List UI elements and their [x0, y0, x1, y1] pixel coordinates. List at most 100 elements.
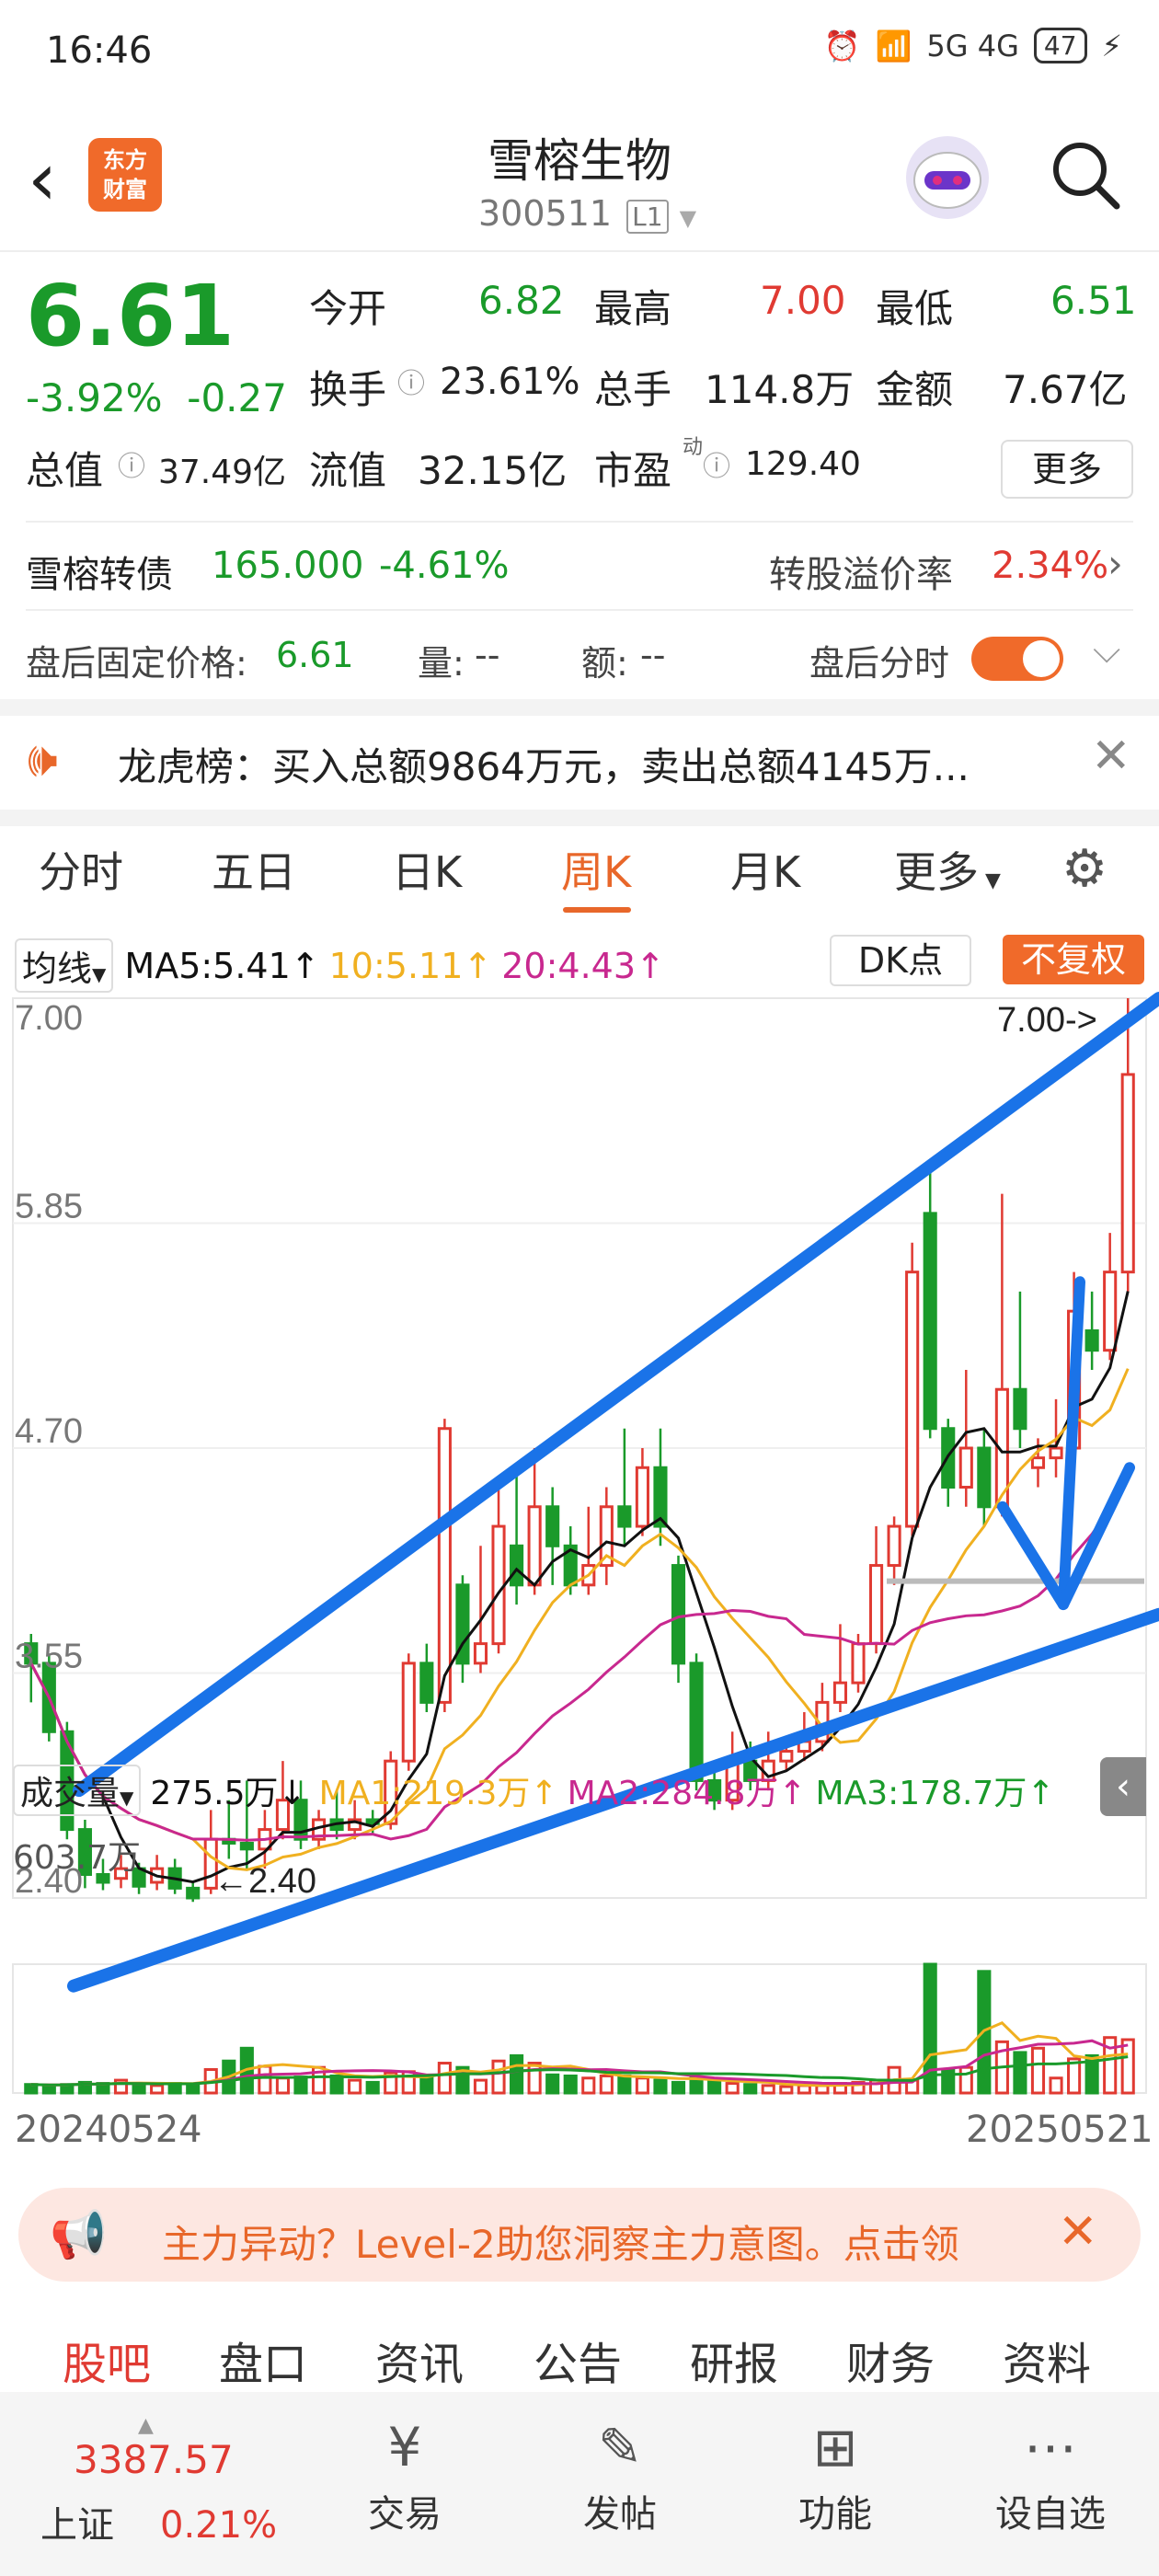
caret-up-icon: ▲: [138, 2414, 154, 2437]
apps-icon: ⊞: [812, 2416, 858, 2478]
mktcap-value: 37.49亿: [158, 454, 287, 491]
candle-body: [1013, 1387, 1027, 1431]
vol-ma1: MA1:219.3万↑: [318, 1775, 558, 1812]
status-icons: ⏰ 📶 5G 4G 47 ⚡: [824, 28, 1122, 63]
volume-bar: [1049, 2076, 1063, 2095]
index-ticker[interactable]: ▲ 3387.57 上证 0.21%: [28, 2414, 304, 2548]
candle-body: [473, 1642, 488, 1665]
header-divider: [0, 250, 1159, 252]
tab-zixun[interactable]: 资讯: [375, 2328, 464, 2392]
chevron-right-icon[interactable]: ›: [1107, 541, 1123, 586]
level-badge: L1: [626, 200, 669, 234]
dragon-tiger-notice[interactable]: 🕪 龙虎榜：买入总额9864万元，卖出总额4145万... ✕: [0, 708, 1159, 810]
high-label: 最高: [594, 286, 672, 331]
current-price: 6.61: [26, 267, 235, 365]
candle-body: [1084, 1328, 1099, 1352]
turnover-value: 23.61%: [440, 361, 580, 403]
nav-trade[interactable]: ¥ 交易: [322, 2410, 488, 2537]
index-name: 上证: [40, 2504, 114, 2547]
price-tick-label: 7.00: [15, 999, 83, 1038]
tab-ziliao[interactable]: 资料: [1003, 2328, 1091, 2392]
level2-promo-banner[interactable]: 📢 主力异动？Level-2助您洞察主力意图。点击领 ✕: [18, 2188, 1141, 2282]
candle-body: [958, 1446, 973, 1489]
notice-text: 龙虎榜：买入总额9864万元，卖出总额4145万...: [118, 744, 970, 789]
tab-more[interactable]: 更多 ▼: [894, 839, 1001, 900]
volume-bar: [510, 2053, 524, 2095]
megaphone-icon: 📢: [50, 2208, 108, 2261]
tab-pankou[interactable]: 盘口: [219, 2328, 307, 2392]
float-value: 32.15亿: [418, 448, 568, 493]
kline-chart[interactable]: 7.005.854.703.552.407.00->←2.40: [0, 925, 1159, 2162]
open-value: 6.82: [478, 278, 565, 323]
info-icon[interactable]: ⓘ: [397, 361, 425, 401]
tab-guba[interactable]: 股吧: [63, 2328, 151, 2392]
more-button[interactable]: 更多: [1001, 440, 1133, 499]
volume-bar: [671, 2080, 686, 2095]
vol-ma3: MA3:178.7万↑: [815, 1775, 1055, 1812]
tab-yanbao[interactable]: 研报: [690, 2328, 778, 2392]
volume-bar: [958, 2065, 973, 2095]
candle-body: [1103, 1271, 1118, 1352]
volume-selector[interactable]: 成交量▼: [13, 1765, 142, 1816]
pe-label: 市盈: [594, 448, 672, 493]
change-percent: -3.92%: [26, 375, 163, 420]
amount-value: 7.67亿: [1003, 367, 1128, 412]
candle-body: [1049, 1446, 1063, 1460]
tab-caiwu[interactable]: 财务: [846, 2328, 935, 2392]
close-icon[interactable]: ✕: [1091, 729, 1131, 784]
gear-icon[interactable]: ⚙: [1061, 839, 1107, 899]
after-hours-amt-label: 额:: [581, 643, 628, 684]
search-button[interactable]: [1049, 138, 1122, 212]
index-value: 3387.57: [74, 2437, 234, 2482]
amount-label: 金额: [876, 367, 954, 412]
volume-bar: [186, 2083, 201, 2095]
bond-price: 165.000: [212, 545, 364, 587]
volume-bar: [563, 2074, 578, 2095]
nav-post[interactable]: ✎ 发帖: [537, 2410, 703, 2537]
candle-body: [977, 1446, 992, 1509]
info-icon[interactable]: ⓘ: [118, 443, 145, 484]
candle-body: [923, 1212, 937, 1431]
bond-change: -4.61%: [379, 545, 510, 587]
tab-gonggao[interactable]: 公告: [534, 2328, 622, 2392]
charging-icon: ⚡: [1101, 28, 1122, 63]
premium-label[interactable]: 转股溢价率: [769, 545, 953, 598]
tab-fenshi[interactable]: 分时: [39, 839, 123, 900]
tab-rik[interactable]: 日K: [392, 839, 462, 900]
chevron-down-icon[interactable]: ⌵: [1093, 629, 1120, 672]
info-icon[interactable]: ⓘ: [703, 443, 730, 484]
low-label: 最低: [876, 286, 954, 331]
robot-assistant-avatar[interactable]: [906, 136, 989, 219]
change-amount: -0.27: [187, 375, 287, 420]
chart-grid: [12, 997, 1147, 2094]
stock-code-selector[interactable]: 300511 L1 ▼: [478, 193, 696, 234]
vol-ma2: MA2:284.8万↑: [567, 1775, 807, 1812]
price-tick-label: 4.70: [15, 1412, 83, 1451]
volume-bar: [329, 2074, 344, 2095]
close-icon[interactable]: ✕: [1058, 2204, 1098, 2260]
tab-yuek[interactable]: 月K: [730, 839, 800, 900]
tab-wuri[interactable]: 五日: [212, 839, 296, 900]
price-change: -3.92% -0.27: [26, 375, 287, 420]
status-bar: 16:46 ⏰ 📶 5G 4G 47 ⚡: [0, 0, 1159, 101]
search-icon: [1053, 143, 1120, 210]
volume-bar: [653, 2078, 668, 2095]
bond-name[interactable]: 雪榕转债: [26, 545, 173, 598]
nav-functions[interactable]: ⊞ 功能: [752, 2410, 918, 2537]
x-start-label: 20240524: [15, 2109, 202, 2151]
volume-bar: [599, 2074, 614, 2095]
nav-add-watchlist[interactable]: ⋯ 设自选: [968, 2410, 1133, 2537]
tab-zhouk[interactable]: 周K: [561, 839, 631, 900]
candle-body: [510, 1544, 524, 1587]
volume-bar: [437, 2062, 452, 2095]
after-hours-toggle-label: 盘后分时: [809, 643, 950, 684]
after-hours-toggle[interactable]: [971, 637, 1063, 681]
candle-body: [635, 1466, 649, 1528]
volume-bar: [150, 2084, 165, 2095]
candle-body: [1120, 1073, 1135, 1274]
collapse-panel-button[interactable]: ‹: [1100, 1757, 1146, 1816]
volume-bar: [1030, 2046, 1046, 2095]
premium-value: 2.34%: [992, 545, 1109, 587]
volume-bar: [779, 2085, 794, 2095]
candle-body: [887, 1524, 901, 1568]
